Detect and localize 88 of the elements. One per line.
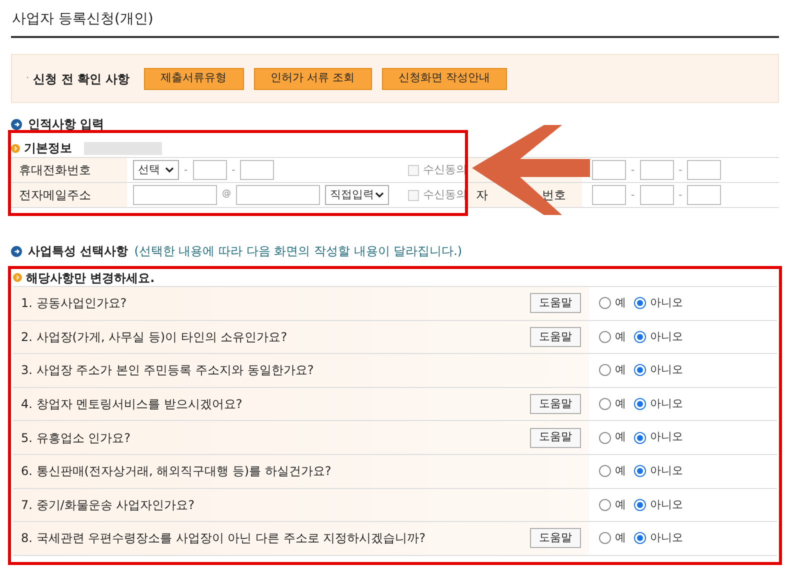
radio-label: 예	[615, 362, 626, 378]
chevron-down-icon	[165, 167, 174, 173]
radio-button[interactable]	[634, 498, 646, 511]
guide-button[interactable]: 제출서류유형	[144, 68, 244, 90]
section-note: (선택한 내용에 따라 다음 화면의 작성할 내용이 달라집니다.)	[134, 243, 462, 260]
dash: -	[631, 188, 635, 202]
dropdown-select[interactable]: 선택	[133, 160, 179, 180]
radio-button[interactable]	[599, 465, 611, 478]
question-text: 3. 사업장 주소가 본인 주민등록 주소지와 동일한가요?	[21, 362, 314, 380]
radio-button[interactable]	[599, 532, 611, 544]
field-label: 번호	[542, 187, 566, 204]
dash: -	[678, 164, 682, 178]
radio-button[interactable]	[634, 364, 646, 376]
question-text: 1. 공동사업인가요?	[21, 295, 127, 312]
radio-button[interactable]	[599, 330, 611, 343]
chevron-down-icon	[375, 192, 384, 198]
radio-label: 아니오	[650, 362, 683, 378]
radio-button[interactable]	[599, 297, 611, 310]
radio-button[interactable]	[599, 398, 611, 410]
guide-button[interactable]: 인허가 서류 조회	[254, 68, 372, 90]
radio-label: 예	[615, 429, 626, 446]
radio-label: 예	[615, 328, 626, 345]
checkbox[interactable]	[408, 190, 419, 200]
section-title: 인적사항 입력	[28, 116, 104, 133]
checkbox[interactable]	[408, 164, 419, 176]
radio-button[interactable]	[634, 330, 646, 343]
help-button[interactable]: 도움말	[530, 293, 581, 314]
radio-label: 아니오	[650, 328, 683, 345]
bullet-dot: ·	[26, 72, 30, 86]
arrow-bullet-icon	[11, 246, 22, 256]
radio-label: 아니오	[650, 396, 683, 412]
radio-label: 예	[615, 496, 626, 513]
radio-label: 예	[615, 396, 626, 412]
text-input[interactable]	[592, 185, 626, 205]
question-text: 6. 통신판매(전자상거래, 해외직구대행 등)를 하실건가요?	[21, 463, 332, 480]
question-text: 5. 유흥업소 인가요?	[21, 430, 130, 447]
question-text: 8. 국세관련 우편수령장소를 사업장이 아닌 다른 주소로 지정하시겠습니까?	[21, 530, 426, 548]
dropdown-select[interactable]: 직접입력	[325, 185, 389, 205]
at-sign: @	[222, 188, 231, 202]
help-button[interactable]: 도움말	[530, 326, 581, 347]
radio-label: 아니오	[650, 463, 683, 480]
text-input[interactable]	[236, 185, 320, 205]
bullet-icon	[11, 144, 20, 152]
dash: -	[184, 164, 188, 178]
field-label: 자	[476, 187, 488, 204]
dash: -	[631, 164, 635, 178]
guide-button[interactable]: 신청화면 작성안내	[382, 68, 508, 90]
arrow-bullet-icon	[11, 118, 22, 130]
radio-button[interactable]	[634, 465, 646, 478]
question-text: 2. 사업장(가게, 사무실 등)이 타인의 소유인가요?	[21, 328, 288, 346]
text-input[interactable]	[240, 160, 274, 180]
field-label: 휴대전화번호	[11, 158, 127, 182]
radio-button[interactable]	[634, 297, 646, 310]
radio-button[interactable]	[599, 432, 611, 444]
left-arrow-icon	[472, 125, 590, 215]
subsection-title: 해당사항만 변경하세요.	[26, 270, 155, 286]
text-input[interactable]	[640, 185, 674, 205]
text-input[interactable]	[640, 160, 674, 180]
dash: -	[232, 164, 236, 178]
text-input[interactable]	[687, 160, 722, 180]
radio-label: 아니오	[650, 429, 683, 446]
radio-button[interactable]	[634, 398, 646, 410]
radio-button[interactable]	[599, 364, 611, 376]
question-text: 4. 창업자 멘토링서비스를 받으시겠어요?	[21, 396, 242, 414]
radio-button[interactable]	[634, 432, 646, 444]
radio-button[interactable]	[599, 498, 611, 511]
pre-check-label: 신청 전 확인 사항	[33, 70, 130, 88]
text-input[interactable]	[687, 185, 722, 205]
subsection-title: 기본정보	[24, 140, 72, 157]
text-input[interactable]	[192, 160, 227, 180]
radio-label: 아니오	[650, 530, 683, 546]
section-title: 사업특성 선택사항	[28, 243, 128, 260]
radio-label: 아니오	[650, 496, 683, 513]
radio-button[interactable]	[634, 532, 646, 544]
radio-label: 예	[615, 295, 626, 312]
help-button[interactable]: 도움말	[530, 428, 581, 448]
radio-label: 예	[615, 463, 626, 480]
question-text: 7. 중기/화물운송 사업자인가요?	[21, 496, 194, 514]
text-input[interactable]	[592, 160, 626, 180]
help-button[interactable]: 도움말	[530, 528, 581, 548]
help-button[interactable]: 도움말	[530, 394, 581, 414]
text-input[interactable]	[133, 185, 217, 205]
page-title: 사업자 등록신청(개인)	[12, 10, 154, 29]
dash: -	[678, 188, 682, 202]
bullet-icon	[13, 273, 22, 282]
radio-label: 예	[615, 530, 626, 546]
field-label: 전자메일주소	[11, 183, 127, 207]
radio-label: 아니오	[650, 295, 683, 312]
